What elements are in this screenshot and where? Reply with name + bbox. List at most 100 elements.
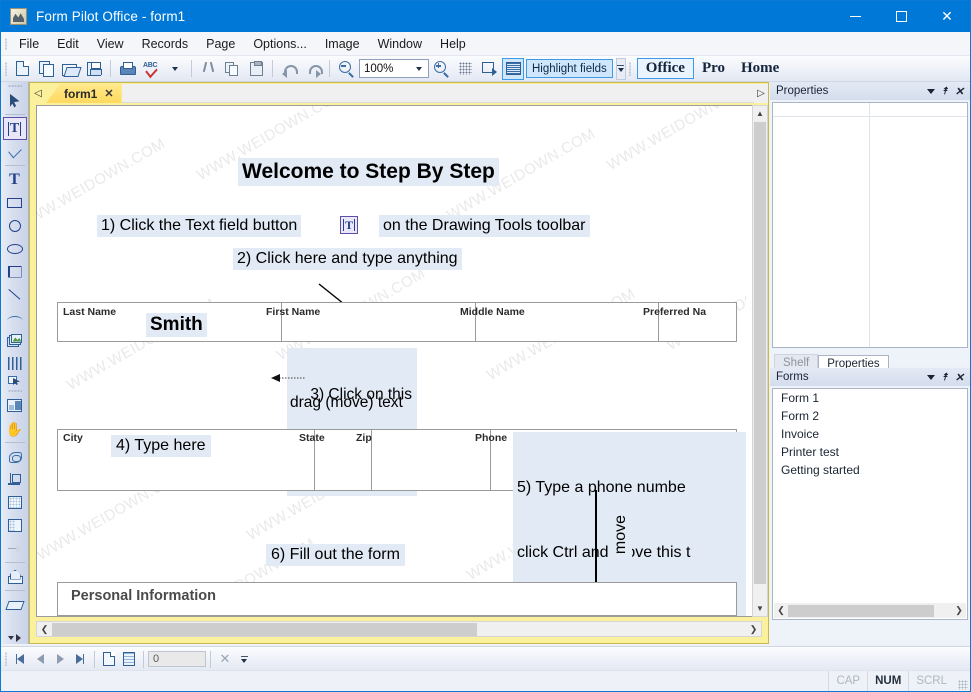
list-item[interactable]: Invoice (773, 425, 967, 443)
new-from-template-button[interactable] (35, 58, 57, 80)
menu-drag-grip[interactable] (1, 32, 10, 56)
last-name-value-field[interactable]: Smith (146, 313, 207, 337)
horizontal-scroll-thumb[interactable] (52, 622, 477, 636)
menu-item-records[interactable]: Records (133, 35, 198, 53)
stamp-tool[interactable] (3, 565, 27, 588)
properties-grid-column-splitter[interactable] (869, 103, 870, 347)
first-record-button[interactable] (10, 649, 30, 669)
scroll-right-button[interactable]: ❯ (746, 622, 761, 636)
signature-tool[interactable] (3, 445, 27, 468)
properties-grid[interactable] (773, 103, 967, 347)
pane-close-icon[interactable]: ✕ (955, 85, 964, 98)
select-half-tool[interactable] (3, 514, 27, 537)
eraser-tool[interactable] (3, 593, 27, 616)
document-page-viewport[interactable]: WWW.WEIDOWN.COM WWW.WEIDOWN.COM WWW.WEID… (36, 105, 762, 617)
new-record-button[interactable] (99, 649, 119, 669)
forms-scroll-thumb[interactable] (788, 604, 934, 617)
polygon-tool[interactable] (3, 260, 27, 283)
circle-tool[interactable] (3, 214, 27, 237)
forms-scroll-left-button[interactable]: ❮ (774, 604, 788, 618)
minimize-button[interactable] (832, 1, 878, 32)
rectangle-tool[interactable] (3, 191, 27, 214)
crop-tool[interactable] (3, 468, 27, 491)
edition-tab-office[interactable]: Office (636, 58, 694, 79)
edition-tab-home[interactable]: Home (733, 59, 787, 78)
close-button[interactable]: ✕ (924, 1, 970, 32)
copy-button[interactable] (221, 58, 243, 80)
edition-toolbar-grip[interactable] (626, 56, 635, 82)
document-vertical-scrollbar[interactable]: ▲ ▼ (752, 105, 768, 617)
form-title-field[interactable]: Welcome to Step By Step (238, 158, 499, 186)
pane-menu-chevron-down-icon[interactable] (926, 88, 935, 94)
tab-scroll-left-button[interactable]: ◁ (30, 84, 46, 103)
pane-pin-icon[interactable]: ⯭ (942, 86, 948, 97)
last-record-button[interactable] (70, 649, 90, 669)
spell-check-button[interactable]: ABC (140, 58, 162, 80)
text-tool[interactable]: T (3, 168, 27, 191)
palette-pointer-flag-row[interactable] (5, 375, 25, 387)
send-tool[interactable] (3, 537, 27, 560)
navbar-overflow-button[interactable] (239, 650, 249, 668)
forms-horizontal-scrollbar[interactable]: ❮ ❯ (774, 603, 966, 618)
freehand-tool[interactable] (3, 306, 27, 329)
step2-field[interactable]: 2) Click here and type anything (233, 248, 462, 270)
menu-item-help[interactable]: Help (431, 35, 475, 53)
zoom-in-button[interactable] (430, 58, 452, 80)
vertical-scroll-thumb[interactable] (754, 122, 766, 584)
document-tab-close-icon[interactable]: ✕ (104, 87, 113, 100)
fit-page-button[interactable] (478, 58, 500, 80)
scroll-down-button[interactable]: ▼ (753, 601, 767, 616)
ellipse-tool[interactable] (3, 237, 27, 260)
document-tab-form1[interactable]: form1 ✕ (46, 84, 122, 103)
list-item[interactable]: Printer test (773, 443, 967, 461)
select-area-tool[interactable] (3, 491, 27, 514)
menu-item-options[interactable]: Options... (244, 35, 316, 53)
print-button[interactable] (116, 58, 138, 80)
scroll-up-button[interactable]: ▲ (753, 106, 767, 121)
text-field-tool[interactable]: T (2, 117, 27, 140)
resize-grip[interactable] (954, 671, 970, 692)
step1-before-field[interactable]: 1) Click the Text field button (97, 215, 302, 237)
open-button[interactable] (59, 58, 81, 80)
zoom-dropdown-arrow[interactable] (411, 60, 426, 77)
check-mark-tool[interactable] (3, 140, 27, 163)
highlight-fields-button[interactable] (502, 57, 524, 80)
pane-close-icon[interactable]: ✕ (955, 371, 964, 384)
barcode-tool[interactable] (3, 352, 27, 375)
palette-overflow-button[interactable] (3, 632, 27, 644)
zoom-out-button[interactable] (335, 58, 357, 80)
pane-pin-icon[interactable]: ⯭ (942, 372, 948, 383)
menu-item-window[interactable]: Window (369, 35, 431, 53)
document-horizontal-scrollbar[interactable]: ❮ ❯ (36, 621, 762, 637)
next-record-button[interactable] (50, 649, 70, 669)
tab-scroll-right-button[interactable]: ▷ (754, 84, 768, 103)
menu-item-page[interactable]: Page (197, 35, 244, 53)
navbar-drag-grip[interactable] (1, 646, 10, 672)
paste-button[interactable] (245, 58, 267, 80)
show-grid-button[interactable] (454, 58, 476, 80)
scroll-left-button[interactable]: ❮ (37, 622, 52, 636)
palette-drag-grip[interactable] (5, 82, 25, 89)
undo-button[interactable] (278, 58, 300, 80)
step4-field[interactable]: 4) Type here (111, 435, 211, 457)
menu-item-edit[interactable]: Edit (48, 35, 88, 53)
move-label-field[interactable]: move (610, 512, 632, 558)
thumbnail-tool[interactable] (3, 394, 27, 417)
highlight-fields-label[interactable]: Highlight fields (526, 59, 613, 78)
redo-button[interactable] (302, 58, 324, 80)
previous-record-button[interactable] (30, 649, 50, 669)
forms-list[interactable]: Form 1 Form 2 Invoice Printer test Getti… (773, 389, 967, 619)
zoom-level-combobox[interactable]: 100% (359, 59, 429, 78)
list-item[interactable]: Form 1 (773, 389, 967, 407)
spell-check-dropdown-button[interactable] (164, 58, 186, 80)
cut-button[interactable] (197, 58, 219, 80)
line-tool[interactable] (3, 283, 27, 306)
step6-field[interactable]: 6) Fill out the form (266, 544, 405, 566)
list-item[interactable]: Getting started (773, 461, 967, 479)
insert-image-tool[interactable] (3, 329, 27, 352)
pane-menu-chevron-down-icon[interactable] (926, 374, 935, 380)
toolbar-drag-grip[interactable] (1, 56, 10, 82)
palette-section-grip[interactable] (5, 387, 25, 394)
forms-scroll-right-button[interactable]: ❯ (952, 604, 966, 618)
delete-record-button[interactable]: ✕ (215, 649, 235, 669)
